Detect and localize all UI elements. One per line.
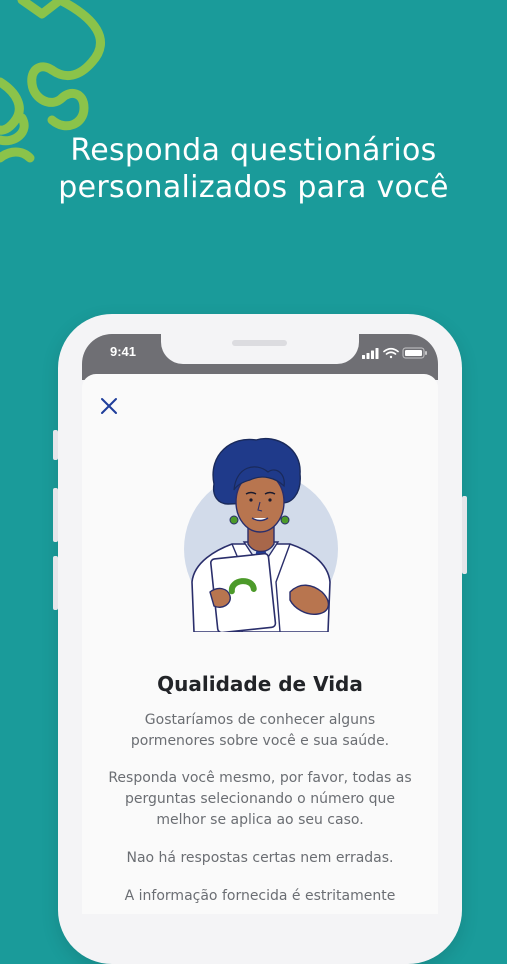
paragraph-line: Responda você mesmo, por favor, todas as (108, 770, 412, 786)
phone-power-button (462, 496, 467, 574)
headline-line-1: Responda questionários (70, 133, 437, 168)
status-icons (362, 347, 427, 359)
close-icon (101, 398, 117, 414)
phone-volume-down-button (53, 556, 58, 610)
paragraph-line: melhor se aplica ao seu caso. (156, 812, 364, 828)
paragraph-line: perguntas selecionando o número que (124, 791, 396, 807)
close-button[interactable] (99, 396, 119, 416)
phone-volume-up-button (53, 488, 58, 542)
phone-speaker (232, 340, 287, 346)
doctor-illustration (184, 438, 338, 632)
paragraph-line: A informação fornecida é estritamente (124, 888, 396, 904)
phone-notch (161, 334, 359, 364)
battery-icon (402, 347, 427, 359)
confidentiality-paragraph: A informação fornecida é estritamente (95, 886, 425, 907)
paragraph-line: pormenores sobre você e sua saúde. (130, 733, 390, 749)
signal-icon (362, 348, 379, 359)
paragraph-line: Gostaríamos de conhecer alguns (144, 712, 376, 728)
no-right-answers-paragraph: Nao há respostas certas nem erradas. (95, 848, 425, 869)
wifi-icon (383, 347, 399, 359)
phone-side-button (53, 430, 58, 460)
instructions-paragraph: Responda você mesmo, por favor, todas as… (95, 768, 425, 831)
status-time: 9:41 (110, 344, 137, 359)
paragraph-line: Nao há respostas certas nem erradas. (126, 850, 394, 866)
intro-paragraph: Gostaríamos de conhecer alguns pormenore… (95, 710, 425, 752)
headline: Responda questionários personalizados pa… (0, 132, 507, 206)
questionnaire-title: Qualidade de Vida (157, 672, 363, 696)
headline-line-2: personalizados para você (58, 170, 449, 205)
